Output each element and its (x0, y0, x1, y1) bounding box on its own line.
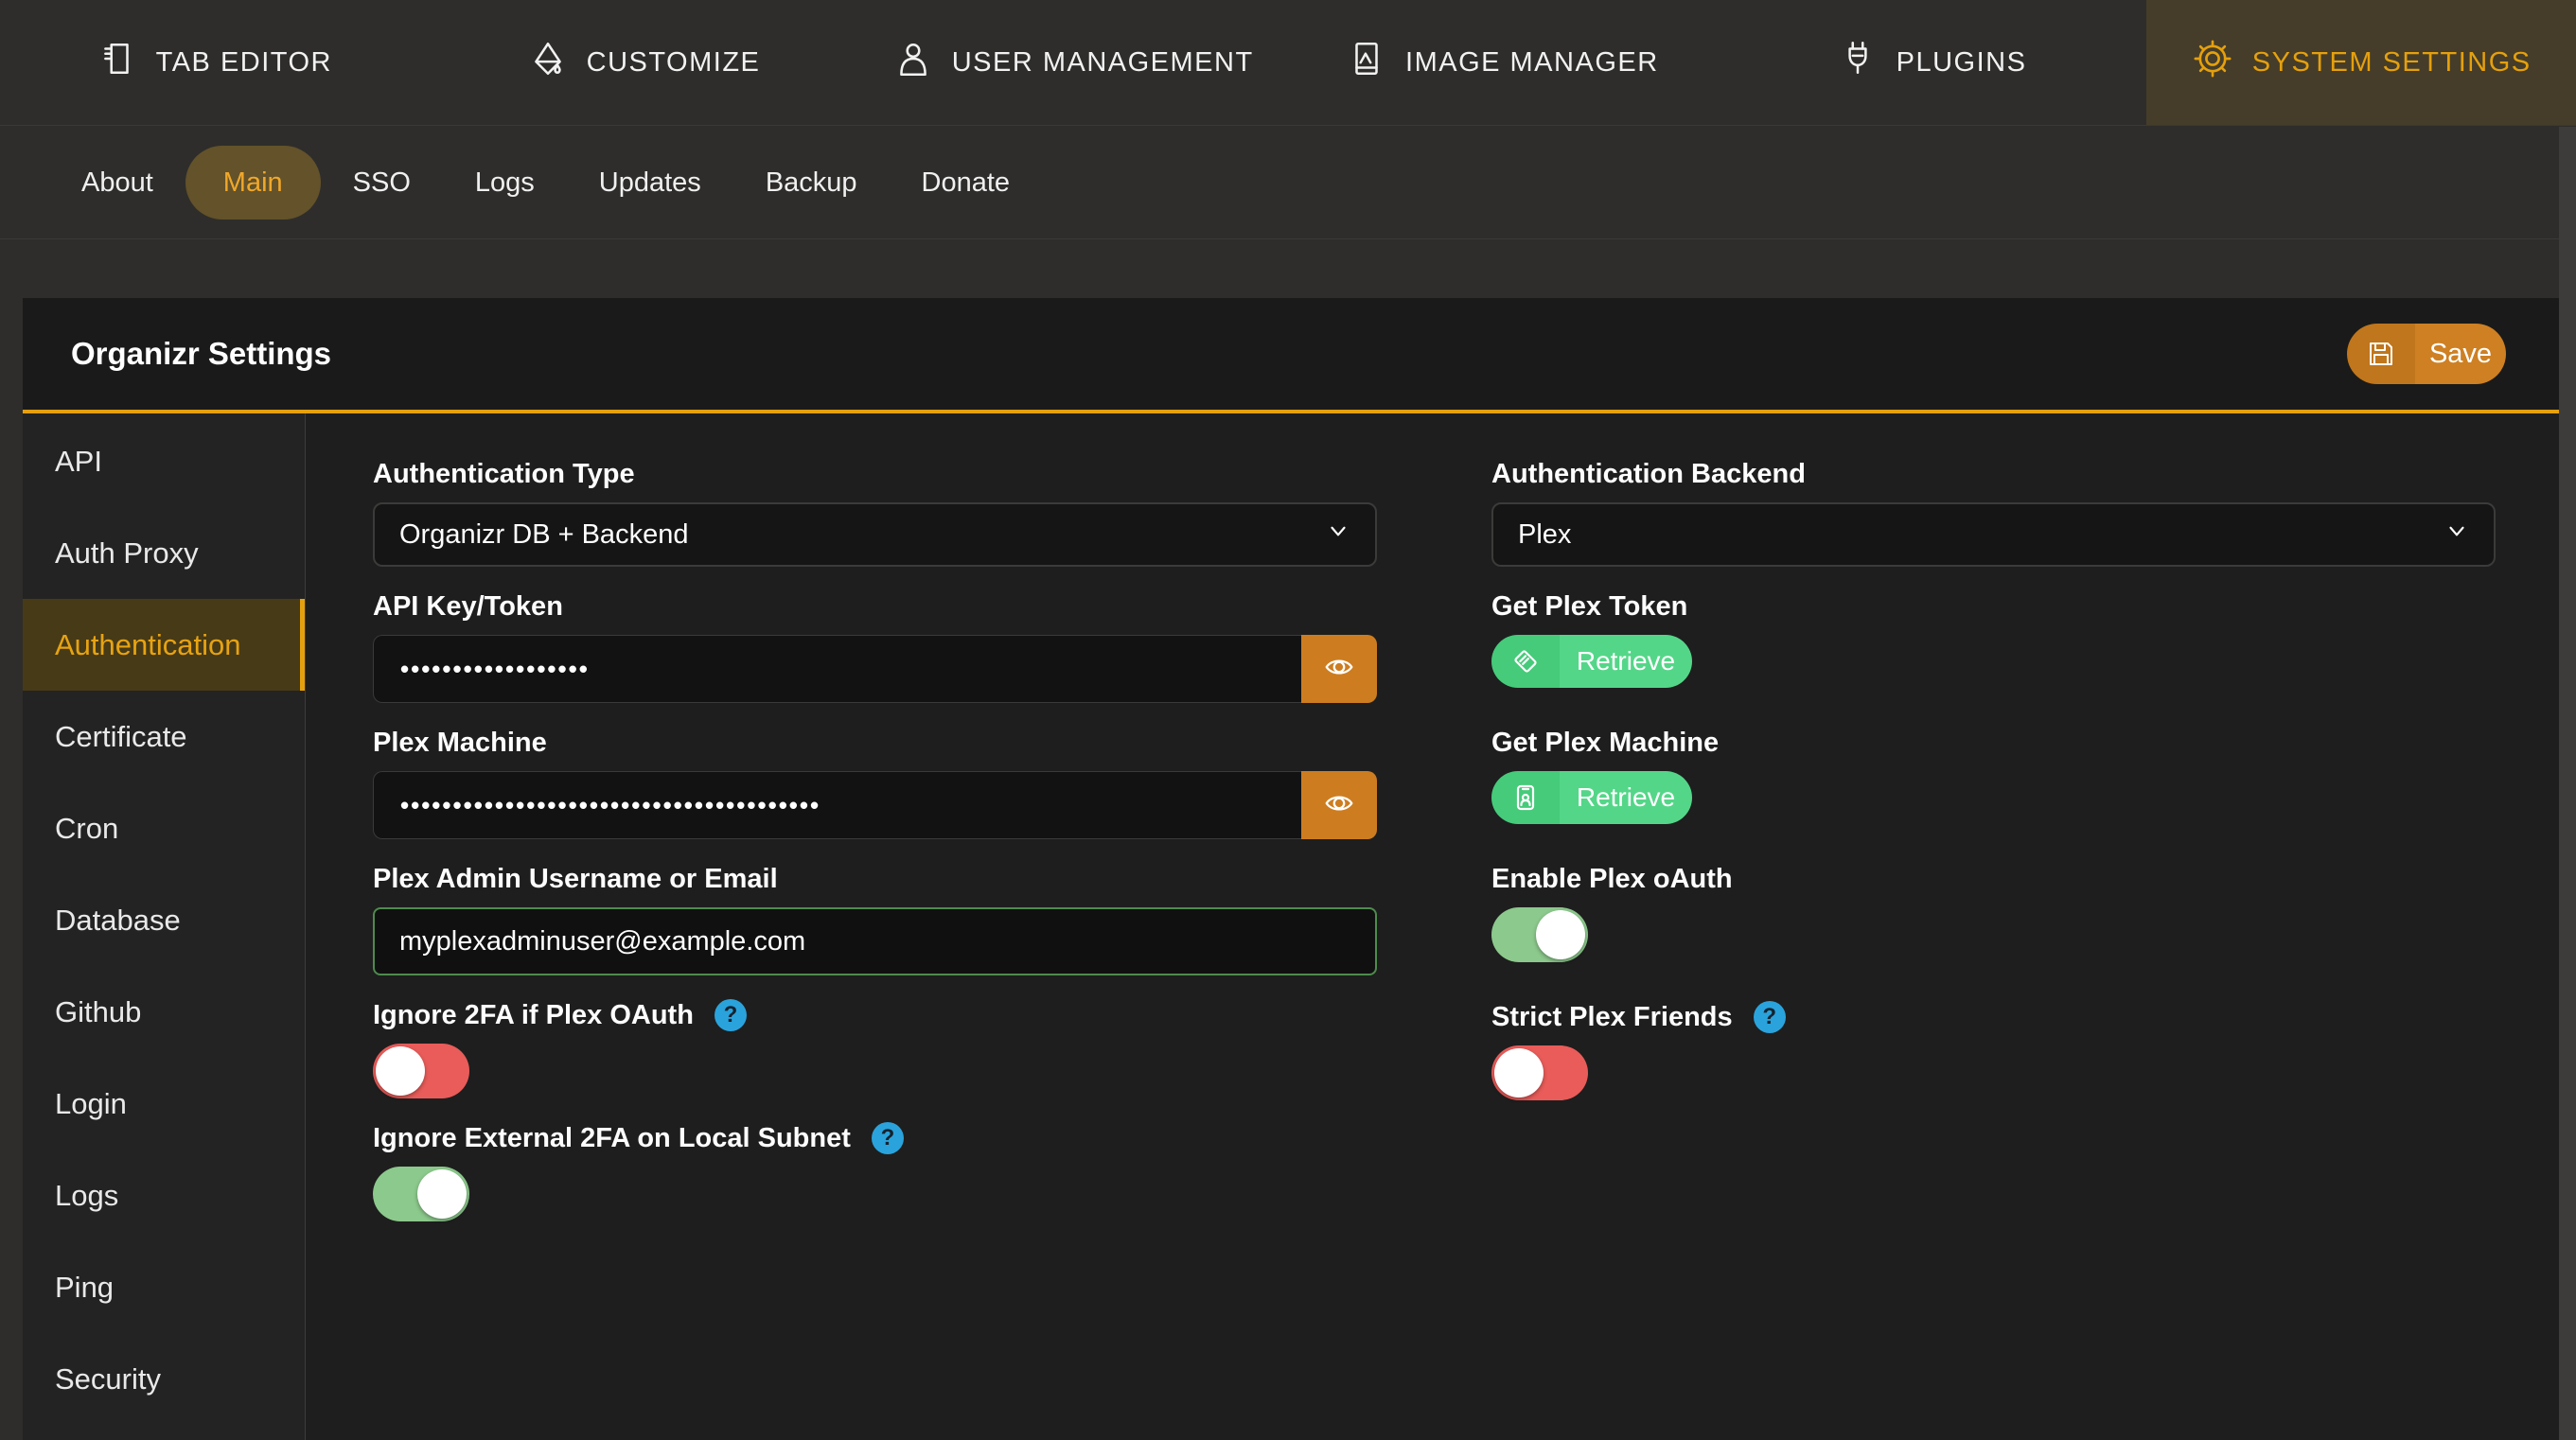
nav-customize[interactable]: CUSTOMIZE (430, 0, 859, 125)
auth-type-select[interactable]: Organizr DB + Backend (373, 502, 1377, 567)
nav-image-manager[interactable]: IMAGE MANAGER (1288, 0, 1718, 125)
plex-machine-row: •••••••••••••••••••••••••••••••••••••••• (373, 771, 1377, 839)
nav-user-management[interactable]: USER MANAGEMENT (858, 0, 1288, 125)
nav-label: USER MANAGEMENT (952, 47, 1254, 79)
nav-plugins[interactable]: PLUGINS (1718, 0, 2147, 125)
sidebar-item-api[interactable]: API (23, 415, 305, 507)
toggle-knob (376, 1046, 425, 1096)
top-navigation: TAB EDITOR CUSTOMIZE USER MANAGEMENT IMA… (0, 0, 2576, 126)
retrieve-machine-label: Retrieve (1560, 771, 1692, 824)
sidebar-item-security[interactable]: Security (23, 1333, 305, 1425)
auth-backend-label: Authentication Backend (1491, 457, 2496, 491)
ignore-2fa-subnet-label: Ignore External 2FA on Local Subnet ? (373, 1121, 1377, 1155)
plex-machine-input[interactable]: •••••••••••••••••••••••••••••••••••••••• (373, 771, 1301, 839)
sidebar-item-authentication[interactable]: Authentication (23, 599, 305, 691)
id-badge-icon (1491, 771, 1560, 824)
tab-backup[interactable]: Backup (733, 146, 890, 220)
plex-machine-reveal-button[interactable] (1301, 771, 1377, 839)
toggle-knob (417, 1169, 467, 1219)
eye-icon (1321, 785, 1357, 826)
user-icon (893, 39, 933, 86)
label-text: Strict Plex Friends (1491, 1002, 1733, 1032)
strict-plex-friends-label: Strict Plex Friends ? (1491, 1000, 2496, 1034)
retrieve-token-button[interactable]: Retrieve (1491, 635, 1692, 688)
sidebar-item-github[interactable]: Github (23, 966, 305, 1058)
plex-admin-value: myplexadminuser@example.com (399, 926, 805, 957)
authentication-form: Authentication Type Organizr DB + Backen… (306, 413, 2559, 1440)
sidebar-item-auth-proxy[interactable]: Auth Proxy (23, 507, 305, 599)
sidebar-item-database[interactable]: Database (23, 874, 305, 966)
page-scrollbar[interactable] (2559, 127, 2576, 1440)
settings-sidebar: API Auth Proxy Authentication Certificat… (23, 413, 306, 1440)
sidebar-item-cron[interactable]: Cron (23, 782, 305, 874)
save-button-label: Save (2415, 324, 2506, 384)
nav-label: SYSTEM SETTINGS (2252, 47, 2532, 79)
get-plex-machine-label: Get Plex Machine (1491, 726, 2496, 760)
sidebar-item-login[interactable]: Login (23, 1058, 305, 1150)
ticket-icon (1491, 635, 1560, 688)
auth-backend-value: Plex (1518, 519, 1571, 551)
eye-icon (1321, 649, 1357, 690)
api-key-reveal-button[interactable] (1301, 635, 1377, 703)
help-icon[interactable]: ? (715, 999, 747, 1031)
ignore-2fa-oauth-toggle[interactable] (373, 1044, 469, 1098)
auth-type-label: Authentication Type (373, 457, 1377, 491)
enable-plex-oauth-label: Enable Plex oAuth (1491, 862, 2496, 896)
tab-main[interactable]: Main (185, 146, 321, 220)
plex-admin-input[interactable]: myplexadminuser@example.com (373, 907, 1377, 975)
floppy-icon (2347, 324, 2415, 384)
tab-logs[interactable]: Logs (443, 146, 567, 220)
settings-tabs: About Main SSO Logs Updates Backup Donat… (0, 127, 2576, 239)
get-plex-token-label: Get Plex Token (1491, 589, 2496, 623)
toggle-knob (1536, 910, 1585, 959)
plex-machine-label: Plex Machine (373, 726, 1377, 760)
organizr-app: TAB EDITOR CUSTOMIZE USER MANAGEMENT IMA… (0, 0, 2576, 1440)
form-right-column: Authentication Backend Plex Get Plex Tok… (1491, 457, 2496, 1440)
form-left-column: Authentication Type Organizr DB + Backen… (373, 457, 1377, 1440)
paint-icon (528, 39, 568, 86)
tab-donate[interactable]: Donate (890, 146, 1043, 220)
auth-type-value: Organizr DB + Backend (399, 519, 688, 551)
nav-label: PLUGINS (1897, 47, 2027, 79)
nav-tab-editor[interactable]: TAB EDITOR (0, 0, 430, 125)
panel-header: Organizr Settings Save (23, 298, 2559, 413)
label-text: Ignore 2FA if Plex OAuth (373, 1000, 694, 1030)
ignore-2fa-oauth-label: Ignore 2FA if Plex OAuth ? (373, 998, 1377, 1032)
api-key-row: •••••••••••••••••• (373, 635, 1377, 703)
tab-sso[interactable]: SSO (321, 146, 443, 220)
tab-updates[interactable]: Updates (567, 146, 733, 220)
nav-label: IMAGE MANAGER (1405, 47, 1659, 79)
page-title: Organizr Settings (71, 336, 331, 372)
retrieve-machine-button[interactable]: Retrieve (1491, 771, 1692, 824)
help-icon[interactable]: ? (1754, 1001, 1786, 1033)
sidebar-item-logs[interactable]: Logs (23, 1150, 305, 1241)
settings-panel: Organizr Settings Save API Auth Proxy Au… (23, 298, 2559, 1440)
chevron-down-icon (1326, 518, 1350, 551)
sidebar-item-certificate[interactable]: Certificate (23, 691, 305, 782)
toggle-knob (1494, 1048, 1544, 1098)
tab-about[interactable]: About (49, 146, 185, 220)
save-button[interactable]: Save (2347, 324, 2506, 384)
enable-plex-oauth-toggle[interactable] (1491, 907, 1588, 962)
label-text: Ignore External 2FA on Local Subnet (373, 1123, 851, 1153)
nav-label: CUSTOMIZE (587, 47, 761, 79)
tabs-icon (97, 39, 137, 86)
nav-system-settings[interactable]: SYSTEM SETTINGS (2146, 0, 2576, 125)
api-key-label: API Key/Token (373, 589, 1377, 623)
strict-plex-friends-toggle[interactable] (1491, 1045, 1588, 1100)
retrieve-token-label: Retrieve (1560, 635, 1692, 688)
gear-icon (2192, 38, 2233, 87)
plex-admin-label: Plex Admin Username or Email (373, 862, 1377, 896)
chevron-down-icon (2444, 518, 2469, 551)
panel-body: API Auth Proxy Authentication Certificat… (23, 413, 2559, 1440)
nav-label: TAB EDITOR (156, 47, 332, 79)
auth-backend-select[interactable]: Plex (1491, 502, 2496, 567)
sidebar-item-ping[interactable]: Ping (23, 1241, 305, 1333)
plug-icon (1838, 39, 1878, 86)
help-icon[interactable]: ? (872, 1122, 904, 1154)
image-icon (1347, 39, 1386, 86)
ignore-2fa-subnet-toggle[interactable] (373, 1167, 469, 1221)
api-key-input[interactable]: •••••••••••••••••• (373, 635, 1301, 703)
